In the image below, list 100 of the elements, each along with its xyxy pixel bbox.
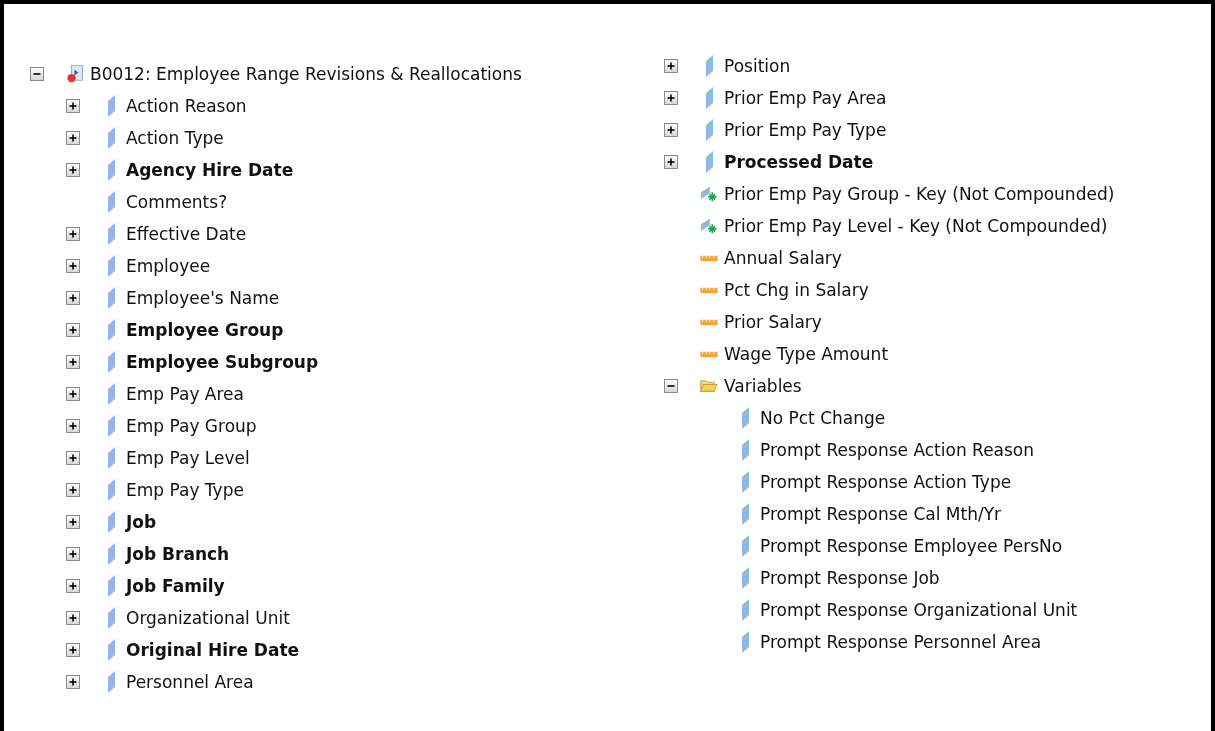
expand-toggle[interactable]: [66, 483, 80, 497]
dimension-icon: [740, 407, 750, 429]
tree-item[interactable]: Wage Type Amount: [724, 344, 889, 364]
expand-toggle[interactable]: [66, 259, 80, 273]
tree-item[interactable]: Prompt Response Action Reason: [760, 440, 1035, 460]
tree-item[interactable]: Prior Emp Pay Group - Key (Not Compounded): [724, 184, 1115, 204]
expand-toggle[interactable]: [664, 91, 678, 105]
dimension-icon: [106, 479, 116, 501]
dimension-icon: [106, 191, 116, 213]
dimension-icon: [106, 575, 116, 597]
dimension-icon: [740, 439, 750, 461]
dimension-icon: [106, 639, 116, 661]
tree-item[interactable]: Annual Salary: [724, 248, 842, 268]
expand-toggle[interactable]: [66, 515, 80, 529]
expand-toggle[interactable]: [66, 291, 80, 305]
expand-toggle[interactable]: [664, 155, 678, 169]
expand-toggle[interactable]: [66, 99, 80, 113]
tree-item[interactable]: No Pct Change: [760, 408, 886, 428]
dimension-icon: [740, 631, 750, 653]
expand-toggle[interactable]: [66, 355, 80, 369]
key-dimension-icon: [700, 216, 718, 236]
tree-item[interactable]: Prompt Response Employee PersNo: [760, 536, 1063, 556]
expand-toggle[interactable]: [66, 419, 80, 433]
tree-item[interactable]: Action Reason: [126, 96, 247, 116]
tree-item[interactable]: Variables: [724, 376, 802, 396]
dimension-icon: [106, 383, 116, 405]
tree-item[interactable]: Processed Date: [724, 152, 874, 172]
expand-toggle[interactable]: [66, 643, 80, 657]
ruler-icon: [700, 253, 718, 263]
expand-toggle[interactable]: [66, 579, 80, 593]
tree-item[interactable]: Emp Pay Level: [126, 448, 250, 468]
tree-item[interactable]: Effective Date: [126, 224, 247, 244]
ruler-icon: [700, 317, 718, 327]
dimension-icon: [740, 535, 750, 557]
dimension-icon: [740, 503, 750, 525]
tree-item[interactable]: Emp Pay Type: [126, 480, 244, 500]
tree-item[interactable]: Prior Emp Pay Level - Key (Not Compounded): [724, 216, 1108, 236]
tree-item[interactable]: Prompt Response Job: [760, 568, 940, 588]
dimension-icon: [106, 447, 116, 469]
tree-item[interactable]: Action Type: [126, 128, 224, 148]
expand-toggle[interactable]: [66, 163, 80, 177]
collapse-toggle[interactable]: [664, 379, 678, 393]
dimension-icon: [704, 55, 714, 77]
expand-toggle[interactable]: [66, 451, 80, 465]
tree-item[interactable]: Prompt Response Personnel Area: [760, 632, 1042, 652]
expand-toggle[interactable]: [66, 675, 80, 689]
dimension-icon: [106, 127, 116, 149]
dimension-icon: [106, 415, 116, 437]
dimension-icon: [106, 319, 116, 341]
dimension-icon: [106, 159, 116, 181]
dimension-icon: [106, 255, 116, 277]
tree-item[interactable]: Position: [724, 56, 791, 76]
tree-item[interactable]: Prior Emp Pay Type: [724, 120, 887, 140]
tree-item[interactable]: Job: [126, 512, 157, 532]
expand-toggle[interactable]: [66, 323, 80, 337]
tree-item[interactable]: Employee Group: [126, 320, 284, 340]
dimension-icon: [704, 87, 714, 109]
expand-toggle[interactable]: [664, 59, 678, 73]
dimension-icon: [106, 351, 116, 373]
tree-item[interactable]: Original Hire Date: [126, 640, 300, 660]
dimension-icon: [106, 607, 116, 629]
tree-item[interactable]: Agency Hire Date: [126, 160, 294, 180]
tree-item[interactable]: Emp Pay Group: [126, 416, 257, 436]
dimension-icon: [740, 471, 750, 493]
ruler-icon: [700, 349, 718, 359]
tree-item[interactable]: Personnel Area: [126, 672, 254, 692]
tree-item[interactable]: Prompt Response Cal Mth/Yr: [760, 504, 1002, 524]
dimension-icon: [106, 671, 116, 693]
dimension-icon: [106, 543, 116, 565]
expand-toggle[interactable]: [66, 387, 80, 401]
open-folder-icon: [700, 377, 718, 395]
tree-item[interactable]: Job Branch: [126, 544, 230, 564]
expand-toggle[interactable]: [66, 131, 80, 145]
dimension-icon: [704, 119, 714, 141]
tree-item[interactable]: Employee Subgroup: [126, 352, 319, 372]
dimension-icon: [106, 287, 116, 309]
dimension-icon: [106, 95, 116, 117]
key-dimension-icon: [700, 184, 718, 204]
expand-toggle[interactable]: [66, 611, 80, 625]
tree-item[interactable]: Prior Emp Pay Area: [724, 88, 887, 108]
dimension-icon: [106, 223, 116, 245]
tree-item[interactable]: Job Family: [126, 576, 225, 596]
expand-toggle[interactable]: [664, 123, 678, 137]
tree-item[interactable]: Organizational Unit: [126, 608, 290, 628]
tree-item[interactable]: Pct Chg in Salary: [724, 280, 869, 300]
expand-toggle[interactable]: [66, 227, 80, 241]
tree-item[interactable]: Emp Pay Area: [126, 384, 244, 404]
tree-item[interactable]: Prompt Response Action Type: [760, 472, 1012, 492]
tree-item[interactable]: Prior Salary: [724, 312, 822, 332]
dimension-icon: [106, 511, 116, 533]
ruler-icon: [700, 285, 718, 295]
tree-item[interactable]: Prompt Response Organizational Unit: [760, 600, 1078, 620]
tree-item[interactable]: Employee: [126, 256, 211, 276]
collapse-toggle[interactable]: [30, 67, 44, 81]
tree-item[interactable]: Comments?: [126, 192, 228, 212]
expand-toggle[interactable]: [66, 547, 80, 561]
tree-item[interactable]: Employee's Name: [126, 288, 280, 308]
dimension-icon: [740, 567, 750, 589]
tree-item[interactable]: B0012: Employee Range Revisions & Reallocations: [90, 64, 522, 84]
dimension-icon: [704, 151, 714, 173]
